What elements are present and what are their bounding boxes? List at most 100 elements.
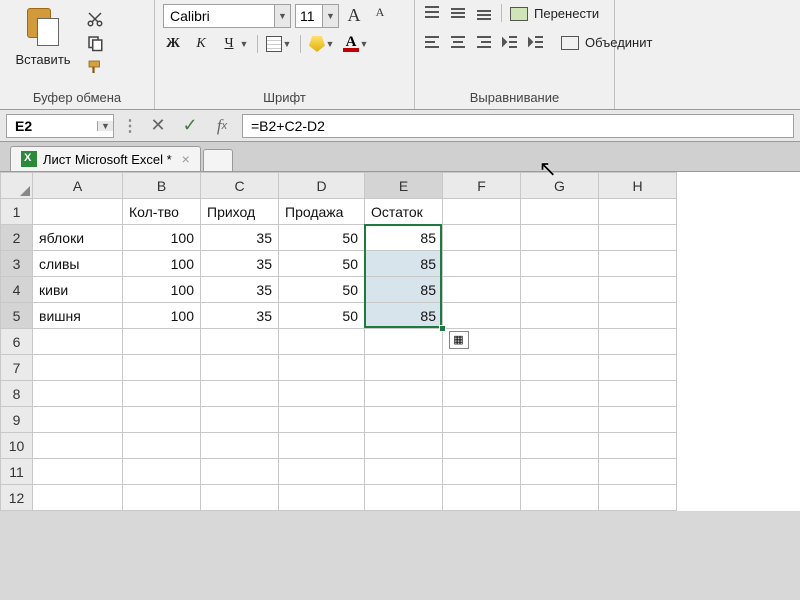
column-header[interactable]: D — [279, 173, 365, 199]
row-header[interactable]: 2 — [1, 225, 33, 251]
cell[interactable] — [33, 199, 123, 225]
cell[interactable] — [443, 225, 521, 251]
row-header[interactable]: 1 — [1, 199, 33, 225]
cell[interactable] — [201, 329, 279, 355]
cell[interactable]: 100 — [123, 251, 201, 277]
cell[interactable] — [123, 407, 201, 433]
cell[interactable] — [443, 251, 521, 277]
cell[interactable] — [521, 225, 599, 251]
cell-reference-input[interactable] — [7, 118, 97, 134]
cell[interactable] — [599, 355, 677, 381]
cell[interactable] — [599, 303, 677, 329]
column-header[interactable]: C — [201, 173, 279, 199]
cancel-icon[interactable]: ✕ — [146, 114, 170, 138]
cut-icon[interactable] — [84, 10, 106, 28]
cell[interactable] — [599, 381, 677, 407]
italic-button[interactable]: К — [191, 34, 211, 54]
cell[interactable] — [599, 407, 677, 433]
cell[interactable]: сливы — [33, 251, 123, 277]
cell[interactable] — [599, 433, 677, 459]
cell[interactable] — [279, 485, 365, 511]
cell[interactable]: яблоки — [33, 225, 123, 251]
autofill-options-icon[interactable]: ▦ — [449, 331, 469, 349]
close-icon[interactable]: × — [182, 151, 190, 167]
formula-input[interactable] — [242, 114, 794, 138]
column-header[interactable]: H — [599, 173, 677, 199]
cell[interactable]: 85 — [365, 303, 443, 329]
increase-indent-icon[interactable] — [527, 33, 545, 56]
font-name-input[interactable] — [164, 5, 274, 27]
cell[interactable] — [33, 485, 123, 511]
row-header[interactable]: 6 — [1, 329, 33, 355]
cell[interactable] — [201, 381, 279, 407]
cell[interactable] — [279, 433, 365, 459]
cell[interactable] — [279, 355, 365, 381]
cell[interactable]: 50 — [279, 251, 365, 277]
font-color-button[interactable]: A▼ — [343, 36, 369, 52]
cell[interactable] — [443, 485, 521, 511]
cell[interactable]: 50 — [279, 225, 365, 251]
cell[interactable] — [201, 433, 279, 459]
grid[interactable]: ABCDEFGH1Кол-твоПриходПродажаОстаток2ябл… — [0, 172, 677, 511]
cell[interactable] — [443, 277, 521, 303]
row-header[interactable]: 8 — [1, 381, 33, 407]
cell[interactable] — [443, 199, 521, 225]
new-tab-button[interactable] — [203, 149, 233, 171]
cell[interactable] — [123, 381, 201, 407]
cell[interactable] — [365, 485, 443, 511]
cell[interactable]: 100 — [123, 303, 201, 329]
align-top-icon[interactable] — [423, 4, 441, 27]
cell[interactable] — [365, 381, 443, 407]
align-middle-icon[interactable] — [449, 4, 467, 27]
cell[interactable] — [521, 355, 599, 381]
cell[interactable] — [521, 303, 599, 329]
chevron-down-icon[interactable]: ▼ — [274, 5, 290, 27]
align-bottom-icon[interactable] — [475, 4, 493, 27]
cell[interactable] — [279, 329, 365, 355]
cell[interactable] — [443, 303, 521, 329]
cell[interactable] — [365, 459, 443, 485]
cell[interactable]: Кол-тво — [123, 199, 201, 225]
cell[interactable] — [599, 251, 677, 277]
cell[interactable] — [201, 459, 279, 485]
align-right-icon[interactable] — [475, 33, 493, 56]
cell[interactable] — [443, 381, 521, 407]
column-header[interactable]: A — [33, 173, 123, 199]
align-left-icon[interactable] — [423, 33, 441, 56]
font-size-input[interactable] — [296, 5, 322, 27]
bold-button[interactable]: Ж — [163, 34, 183, 54]
column-header[interactable]: G — [521, 173, 599, 199]
cell[interactable] — [521, 251, 599, 277]
cell[interactable]: Приход — [201, 199, 279, 225]
cell[interactable]: Остаток — [365, 199, 443, 225]
row-header[interactable]: 5 — [1, 303, 33, 329]
row-header[interactable]: 7 — [1, 355, 33, 381]
format-painter-icon[interactable] — [84, 58, 106, 76]
cell[interactable] — [521, 381, 599, 407]
cell[interactable] — [599, 329, 677, 355]
cell[interactable]: 35 — [201, 277, 279, 303]
row-header[interactable]: 9 — [1, 407, 33, 433]
decrease-indent-icon[interactable] — [501, 33, 519, 56]
cell[interactable] — [33, 355, 123, 381]
cell[interactable] — [521, 329, 599, 355]
cell[interactable] — [599, 459, 677, 485]
cell[interactable]: 50 — [279, 303, 365, 329]
cell[interactable]: 35 — [201, 251, 279, 277]
cell[interactable] — [365, 407, 443, 433]
cell[interactable] — [123, 459, 201, 485]
fill-handle[interactable] — [439, 325, 446, 332]
cell[interactable]: 85 — [365, 225, 443, 251]
cell[interactable] — [201, 485, 279, 511]
cell[interactable] — [521, 199, 599, 225]
cell[interactable] — [599, 225, 677, 251]
cell[interactable]: киви — [33, 277, 123, 303]
cell[interactable] — [201, 407, 279, 433]
borders-button[interactable]: ▼ — [266, 36, 292, 52]
cell[interactable] — [365, 433, 443, 459]
cell[interactable]: 100 — [123, 225, 201, 251]
cell[interactable]: Продажа — [279, 199, 365, 225]
wrap-text-button[interactable]: Перенести — [510, 4, 599, 23]
cell[interactable] — [443, 433, 521, 459]
cell[interactable] — [33, 407, 123, 433]
